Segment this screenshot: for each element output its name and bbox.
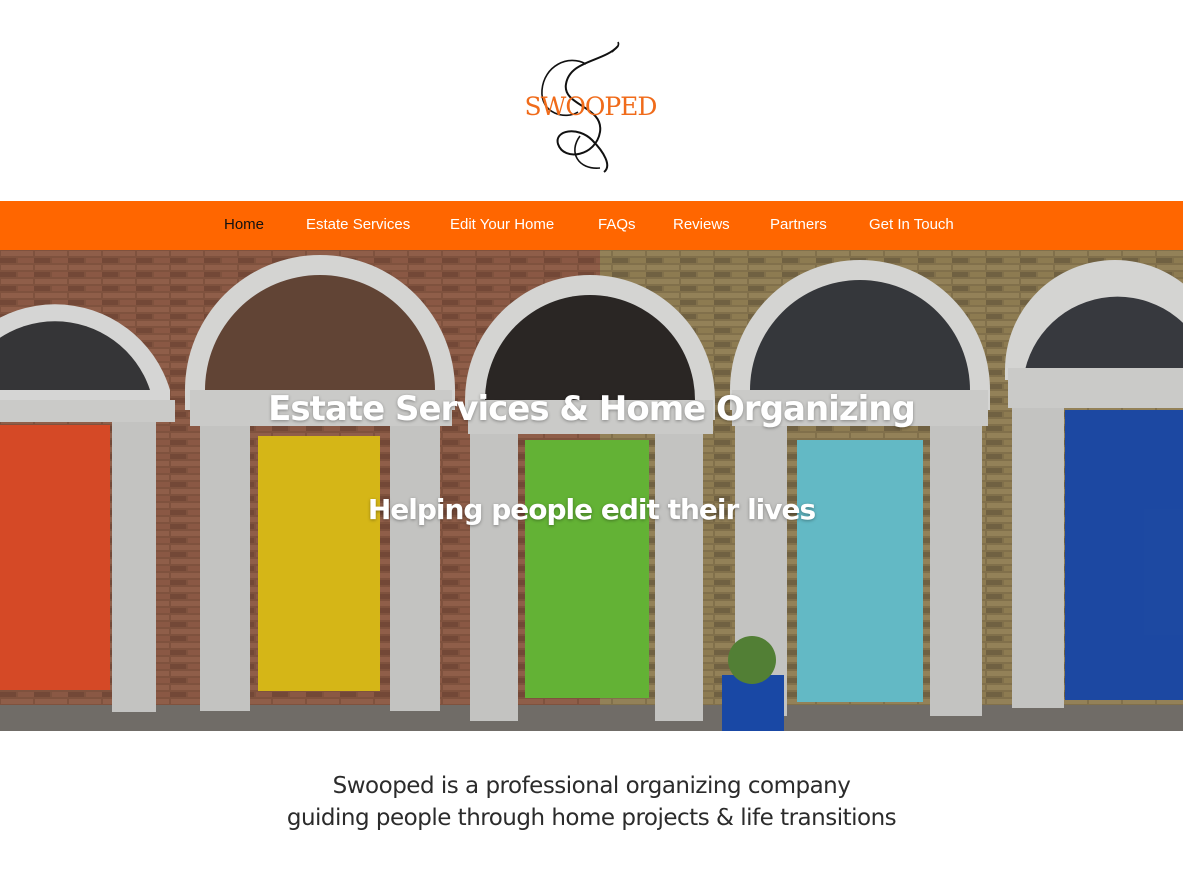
nav-item-reviews[interactable]: Reviews	[673, 216, 730, 233]
hero-title: Estate Services & Home Organizing	[268, 389, 916, 429]
hero-subtitle: Helping people edit their lives	[367, 493, 816, 526]
swooped-logo[interactable]: SWOOPED	[508, 40, 673, 180]
intro-text: Swooped is a professional organizing com…	[0, 770, 1183, 834]
site-header: SWOOPED	[0, 0, 1183, 201]
nav-item-home[interactable]: Home	[224, 216, 264, 233]
nav-item-partners[interactable]: Partners	[770, 216, 827, 233]
intro-line-2: guiding people through home projects & l…	[286, 805, 897, 831]
hero-banner	[0, 250, 1183, 731]
main-navigation: Home Estate Services Edit Your Home FAQs…	[0, 201, 1183, 250]
intro-line-1: Swooped is a professional organizing com…	[332, 773, 851, 799]
nav-item-get-in-touch[interactable]: Get In Touch	[869, 216, 954, 233]
nav-item-faqs[interactable]: FAQs	[598, 216, 636, 233]
nav-item-estate-services[interactable]: Estate Services	[306, 216, 410, 233]
hero-doors-image	[0, 250, 1183, 731]
logo-wordmark: SWOOPED	[524, 92, 658, 121]
nav-item-edit-your-home[interactable]: Edit Your Home	[450, 216, 554, 233]
